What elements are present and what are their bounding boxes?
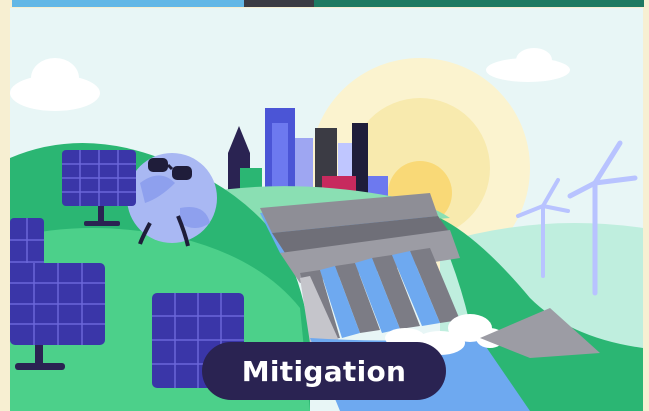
mitigation-label: Mitigation [202, 342, 446, 400]
image-frame: Mitigation [0, 0, 649, 411]
top-color-strip [12, 0, 644, 7]
